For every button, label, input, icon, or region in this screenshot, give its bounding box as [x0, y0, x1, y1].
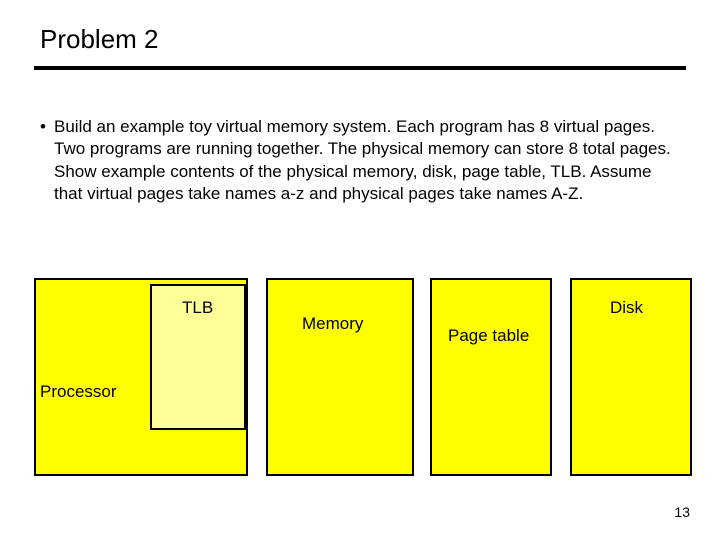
- bullet-text: Build an example toy virtual memory syst…: [54, 117, 671, 203]
- title-underline: [34, 66, 686, 70]
- disk-label: Disk: [610, 298, 643, 318]
- pagetable-label: Page table: [448, 326, 529, 346]
- processor-label: Processor: [40, 382, 117, 402]
- memory-label: Memory: [302, 314, 363, 334]
- tlb-label: TLB: [182, 298, 213, 318]
- diagram: TLB Memory Page table Disk Processor: [34, 278, 694, 476]
- bullet-item: • Build an example toy virtual memory sy…: [54, 116, 674, 206]
- bullet-marker: •: [40, 116, 46, 138]
- page-number: 13: [674, 504, 690, 520]
- memory-box: [266, 278, 414, 476]
- pagetable-box: [430, 278, 552, 476]
- slide-title: Problem 2: [40, 24, 159, 55]
